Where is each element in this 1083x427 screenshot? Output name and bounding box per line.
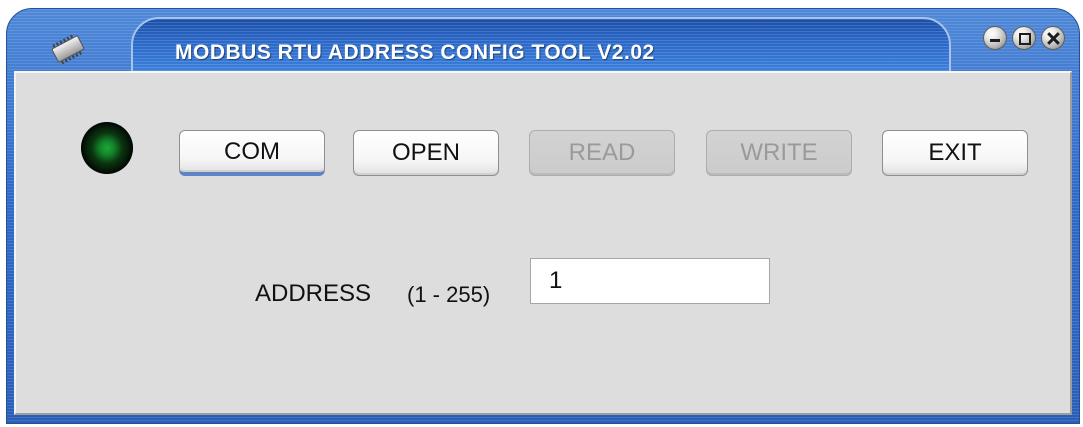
window-title: MODBUS RTU ADDRESS CONFIG TOOL V2.02 <box>175 41 655 64</box>
main-panel: COM OPEN READ WRITE EXIT ADDRESS (1 - 25… <box>14 71 1072 415</box>
title-bar[interactable]: MODBUS RTU ADDRESS CONFIG TOOL V2.02 <box>131 17 951 73</box>
read-button: READ <box>529 130 675 176</box>
minimize-icon[interactable] <box>983 26 1007 50</box>
maximize-icon[interactable] <box>1012 26 1036 50</box>
status-led-icon <box>81 122 133 174</box>
chip-icon <box>51 34 85 64</box>
title-icon-area <box>19 17 119 69</box>
address-label: ADDRESS <box>255 280 372 307</box>
window-controls <box>983 26 1065 50</box>
address-range-label: (1 - 255) <box>407 282 491 307</box>
config-tool-window: MODBUS RTU ADDRESS CONFIG TOOL V2.02 COM… <box>6 8 1080 424</box>
open-button[interactable]: OPEN <box>353 130 499 176</box>
write-button: WRITE <box>706 130 852 176</box>
close-icon[interactable] <box>1041 26 1065 50</box>
address-input[interactable]: 1 <box>530 258 770 304</box>
exit-button[interactable]: EXIT <box>882 130 1028 176</box>
com-button[interactable]: COM <box>179 130 325 176</box>
